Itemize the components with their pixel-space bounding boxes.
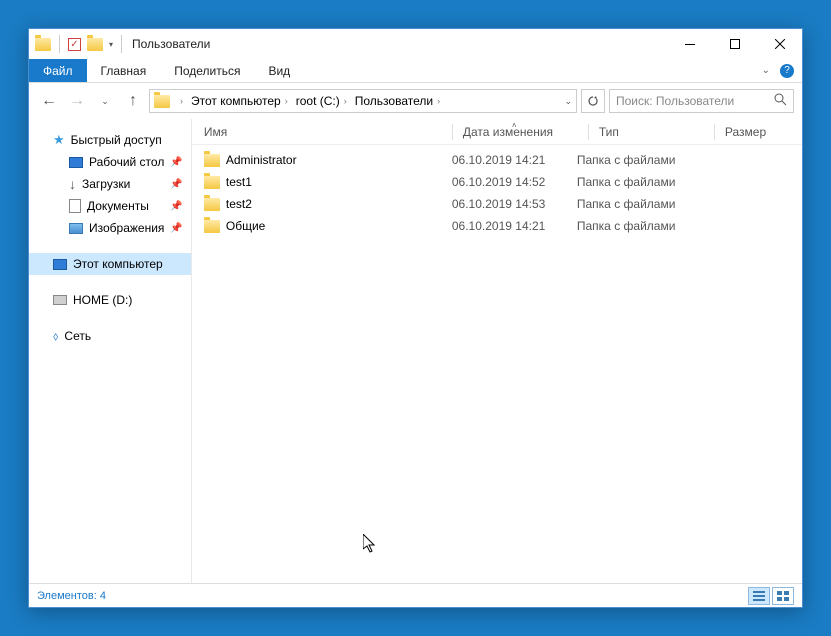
ribbon: Файл Главная Поделиться Вид ⌄ ? — [29, 59, 802, 83]
sidebar-item-label: Изображения — [89, 221, 164, 235]
sidebar-item-label: Рабочий стол — [89, 155, 164, 169]
view-switcher — [748, 587, 794, 605]
sidebar-item-label: Быстрый доступ — [71, 133, 162, 147]
qat-separator — [59, 35, 60, 53]
refresh-button[interactable] — [581, 89, 605, 113]
network-icon: ⬨ — [53, 329, 58, 344]
up-button[interactable]: ↑ — [121, 89, 145, 113]
col-date[interactable]: Дата изменения — [463, 125, 588, 139]
file-list: Administrator 06.10.2019 14:21 Папка с ф… — [192, 145, 802, 583]
qat-dropdown-icon[interactable]: ▾ — [109, 40, 113, 49]
address-dropdown-icon[interactable]: ⌄ — [564, 96, 572, 107]
pin-icon: 📌 — [170, 179, 182, 190]
explorer-window: ✓ ▾ Пользователи Файл Главная Поделиться… — [28, 28, 803, 608]
table-row[interactable]: Общие 06.10.2019 14:21 Папка с файлами — [192, 215, 802, 237]
sidebar-item-label: Загрузки — [82, 177, 130, 191]
new-folder-icon[interactable] — [87, 38, 103, 51]
address-bar[interactable]: › Этот компьютер› root (C:)› Пользовател… — [149, 89, 577, 113]
crumb-users[interactable]: Пользователи› — [353, 94, 446, 108]
address-icon — [154, 95, 170, 108]
search-icon[interactable] — [774, 93, 787, 109]
drive-icon — [53, 295, 67, 305]
details-view-button[interactable] — [748, 587, 770, 605]
forward-button[interactable]: → — [65, 89, 89, 113]
sidebar-item-label: HOME (D:) — [73, 293, 132, 307]
table-row[interactable]: test1 06.10.2019 14:52 Папка с файлами — [192, 171, 802, 193]
recent-dropdown[interactable]: ⌄ — [93, 89, 117, 113]
maximize-button[interactable] — [712, 29, 757, 59]
col-name[interactable]: Имя — [204, 125, 452, 139]
pin-icon: 📌 — [170, 157, 182, 168]
pin-icon: 📌 — [170, 201, 182, 212]
statusbar: Элементов: 4 — [29, 583, 802, 607]
sort-indicator-icon: ˄ — [512, 121, 517, 130]
table-row[interactable]: Administrator 06.10.2019 14:21 Папка с ф… — [192, 149, 802, 171]
tab-view[interactable]: Вид — [254, 59, 304, 82]
crumb-thispc[interactable]: Этот компьютер› — [189, 94, 294, 108]
sidebar-item-network[interactable]: ⬨ Сеть — [29, 325, 191, 347]
col-type[interactable]: Тип — [599, 125, 714, 139]
document-icon — [69, 199, 81, 213]
sidebar: ★ Быстрый доступ Рабочий стол 📌 ↓ Загруз… — [29, 119, 192, 583]
quick-access-toolbar: ✓ ▾ — [35, 35, 124, 53]
folder-icon — [204, 176, 220, 189]
navbar: ← → ⌄ ↑ › Этот компьютер› root (C:)› Пол… — [29, 83, 802, 119]
crumb-root-chev[interactable]: › — [174, 96, 189, 106]
folder-icon — [204, 220, 220, 233]
sidebar-item-label: Сеть — [64, 329, 91, 343]
back-button[interactable]: ← — [37, 89, 61, 113]
sidebar-item-desktop[interactable]: Рабочий стол 📌 — [29, 151, 191, 173]
col-size[interactable]: Размер — [725, 125, 802, 139]
folder-icon — [204, 198, 220, 211]
sidebar-quick-access[interactable]: ★ Быстрый доступ — [29, 129, 191, 151]
status-text: Элементов: 4 — [37, 590, 106, 602]
star-icon: ★ — [53, 132, 65, 148]
crumb-drive[interactable]: root (C:)› — [294, 94, 353, 108]
column-headers: Имя ˄ Дата изменения Тип Размер — [192, 119, 802, 145]
help-icon[interactable]: ? — [780, 64, 794, 78]
sidebar-item-thispc[interactable]: Этот компьютер — [29, 253, 191, 275]
search-placeholder: Поиск: Пользователи — [616, 94, 734, 108]
desktop-icon — [69, 157, 83, 168]
tab-home[interactable]: Главная — [87, 59, 161, 82]
close-button[interactable] — [757, 29, 802, 59]
sidebar-item-documents[interactable]: Документы 📌 — [29, 195, 191, 217]
sidebar-item-drive[interactable]: HOME (D:) — [29, 289, 191, 311]
sidebar-item-pictures[interactable]: Изображения 📌 — [29, 217, 191, 239]
icons-view-button[interactable] — [772, 587, 794, 605]
folder-icon — [204, 154, 220, 167]
window-controls — [667, 29, 802, 59]
ribbon-expand-icon[interactable]: ⌄ — [762, 65, 770, 76]
qat-separator — [121, 35, 122, 53]
ribbon-right: ⌄ ? — [762, 59, 802, 82]
image-icon — [69, 223, 83, 234]
table-row[interactable]: test2 06.10.2019 14:53 Папка с файлами — [192, 193, 802, 215]
sidebar-item-label: Этот компьютер — [73, 257, 163, 271]
computer-icon — [53, 259, 67, 270]
search-box[interactable]: Поиск: Пользователи — [609, 89, 794, 113]
app-icon — [35, 38, 51, 51]
properties-icon[interactable]: ✓ — [68, 38, 81, 51]
minimize-button[interactable] — [667, 29, 712, 59]
content-pane: Имя ˄ Дата изменения Тип Размер Administ… — [192, 119, 802, 583]
body: ★ Быстрый доступ Рабочий стол 📌 ↓ Загруз… — [29, 119, 802, 583]
download-icon: ↓ — [69, 176, 76, 192]
titlebar: ✓ ▾ Пользователи — [29, 29, 802, 59]
sidebar-item-downloads[interactable]: ↓ Загрузки 📌 — [29, 173, 191, 195]
pin-icon: 📌 — [170, 223, 182, 234]
tab-share[interactable]: Поделиться — [160, 59, 254, 82]
sidebar-item-label: Документы — [87, 199, 149, 213]
file-tab[interactable]: Файл — [29, 59, 87, 82]
window-title: Пользователи — [132, 37, 210, 51]
